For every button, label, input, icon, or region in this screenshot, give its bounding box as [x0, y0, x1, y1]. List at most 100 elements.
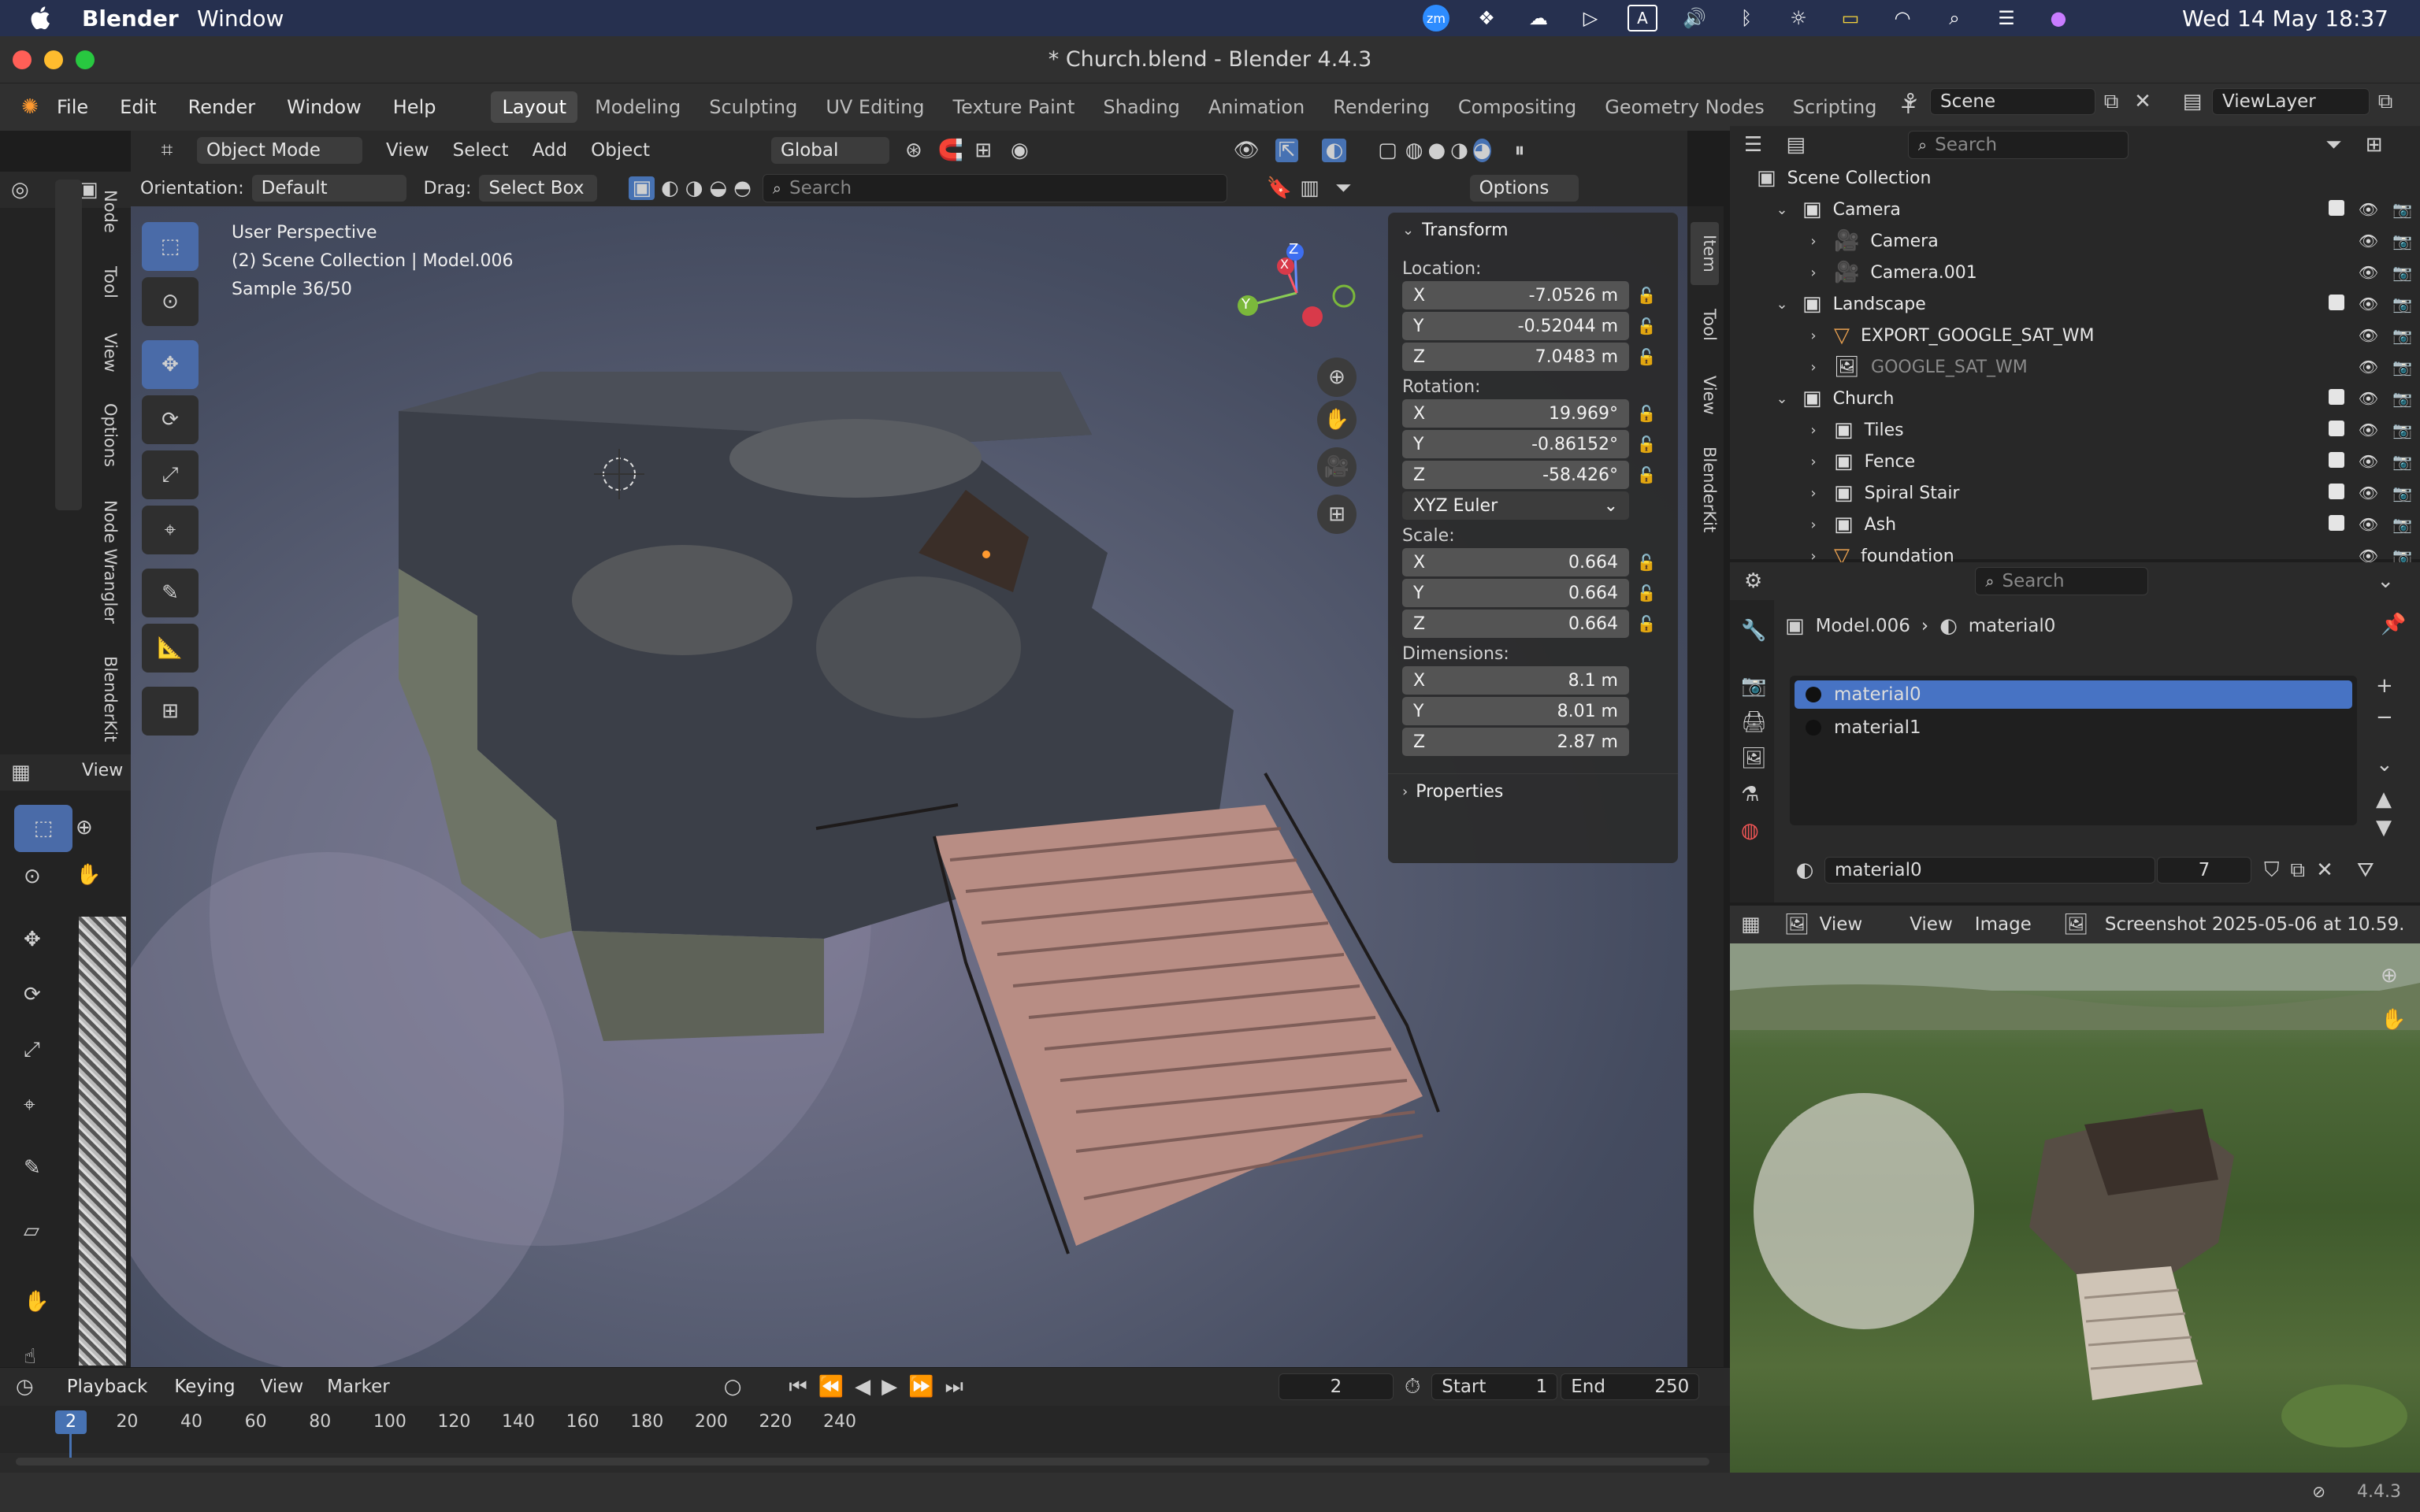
new-scene-icon[interactable]: ⧉ [2095, 90, 2127, 114]
rotation-x-field[interactable]: X 19.969° [1402, 399, 1629, 428]
tab-left-view[interactable]: View [91, 321, 120, 384]
snap-target-icon[interactable]: ⊞ [974, 139, 992, 162]
image-name[interactable]: Screenshot 2025-05-06 at 10.59. [2105, 914, 2405, 935]
timeline-area[interactable]: 20 40 60 80 100 120 140 160 180 200 220 240 2 [0, 1406, 1730, 1466]
outliner-row[interactable]: › ▣ Spiral Stair 👁 📷 [1730, 477, 2420, 509]
new-collection-icon[interactable]: ⊞ [2366, 133, 2383, 157]
scale-z-field[interactable]: Z 0.664 [1402, 610, 1629, 638]
brightness-icon[interactable]: ☼ [1783, 5, 1813, 32]
tab-geometry-nodes[interactable]: Geometry Nodes [1594, 91, 1775, 123]
tab-scripting[interactable]: Scripting [1782, 91, 1888, 123]
material-slot-selected[interactable]: material0 [1795, 680, 2352, 709]
transform-panel-header[interactable]: ⌄ Transform [1388, 213, 1678, 248]
annotate-tool[interactable]: ✎ [142, 569, 199, 617]
image-view-mode[interactable]: View [1820, 914, 1863, 935]
left-zoom-icon[interactable]: ⊕ [76, 816, 93, 839]
rotation-mode-dropdown[interactable]: XYZ Euler ⌄ [1402, 491, 1629, 520]
select-mode-icon[interactable]: ▣ [629, 176, 655, 200]
menu-edit[interactable]: Edit [120, 96, 156, 118]
battery-icon[interactable]: ▭ [1835, 5, 1865, 32]
scene-name-field[interactable]: Scene [1930, 88, 2095, 115]
eye-icon[interactable]: 👁 [2359, 232, 2378, 250]
tab-options[interactable]: Options [91, 392, 120, 479]
render-visibility-icon[interactable]: 📷 [2392, 263, 2412, 282]
menu-file[interactable]: File [57, 96, 88, 118]
outliner-row[interactable]: › ▽ EXPORT_GOOGLE_SAT_WM 👁 📷 [1730, 320, 2420, 351]
timeline-scrollbar[interactable] [16, 1458, 1709, 1466]
exclude-checkbox[interactable] [2328, 421, 2344, 436]
dimensions-z-field[interactable]: Z 2.87 m [1402, 728, 1629, 756]
chevron-down-icon[interactable]: ⌄ [1772, 391, 1791, 407]
transform-orientation-dropdown[interactable]: Global [771, 137, 890, 164]
play-icon[interactable]: ▷ [1576, 5, 1605, 32]
tab-tool[interactable]: Tool [1691, 293, 1719, 356]
play-icon[interactable]: ▶ [882, 1375, 897, 1399]
scale-y-field[interactable]: Y 0.664 [1402, 579, 1629, 607]
select-subtract-icon[interactable]: ◑ [685, 176, 703, 200]
chevron-right-icon[interactable]: › [1804, 233, 1823, 250]
outliner-row[interactable]: ⌄ ▣ Landscape 👁 📷 [1730, 288, 2420, 320]
output-tab-icon[interactable]: 🖨 [1741, 710, 1767, 734]
reference-photo[interactable] [1730, 943, 2420, 1473]
left-rotate-tool[interactable]: ⟳ [24, 983, 41, 1006]
render-visibility-icon[interactable]: 📷 [2392, 295, 2412, 313]
eye-icon[interactable]: 👁 [2359, 200, 2378, 219]
outliner-root[interactable]: ▣ Scene Collection [1730, 162, 2420, 194]
transform-tool[interactable]: ⌖ [142, 506, 199, 554]
mode-dropdown[interactable]: Object Mode [197, 137, 362, 164]
add-cube-tool[interactable]: ⊞ [142, 687, 199, 736]
world-tab-icon[interactable]: ◍ [1741, 819, 1759, 843]
exclude-checkbox[interactable] [2328, 295, 2344, 310]
outliner-row[interactable]: ⌄ ▣ Church 👁 📷 [1730, 383, 2420, 414]
select-box-tool[interactable]: ⬚ [142, 222, 199, 271]
chevron-right-icon[interactable]: › [1804, 328, 1823, 344]
input-source-icon[interactable]: A [1628, 5, 1657, 32]
zoom-icon[interactable]: zm [1423, 5, 1449, 32]
eye-icon[interactable]: 👁 [2359, 484, 2378, 502]
visibility-icon[interactable]: 👁 [1234, 139, 1260, 162]
unlink-material-icon[interactable]: ✕ [2316, 858, 2333, 882]
fake-user-icon[interactable]: ⛉ [2264, 858, 2280, 883]
lock-icon[interactable]: 🔓 [1629, 584, 1664, 602]
render-visibility-icon[interactable]: 📷 [2392, 389, 2412, 408]
editor-type-icon[interactable]: ◎ [11, 178, 29, 202]
render-visibility-icon[interactable]: 📷 [2392, 421, 2412, 439]
view-layer-tab-icon[interactable]: 🖼 [1741, 747, 1767, 770]
lock-icon[interactable]: 🔓 [1629, 465, 1664, 484]
pivot-icon[interactable]: ⊛ [905, 139, 922, 162]
measure-tool[interactable]: 📐 [142, 624, 199, 673]
render-visibility-icon[interactable]: 📷 [2392, 484, 2412, 502]
left-transform-tool[interactable]: ⌖ [24, 1093, 35, 1117]
navigation-gizmo[interactable]: Z Y X [1226, 230, 1368, 348]
rotation-z-field[interactable]: Z -58.426° [1402, 461, 1629, 489]
jump-end-icon[interactable]: ⏭ [945, 1375, 963, 1399]
left-view-menu[interactable]: View [82, 761, 123, 780]
outliner-row[interactable]: › ▣ Tiles 👁 📷 [1730, 414, 2420, 446]
select-extend-icon[interactable]: ◐ [661, 176, 679, 200]
image-menu-image[interactable]: Image [1975, 914, 2032, 935]
timeline-editor-type-icon[interactable]: ◷ [16, 1375, 34, 1399]
spotlight-icon[interactable]: ⌕ [1939, 5, 1969, 32]
remove-slot-icon[interactable]: − [2376, 706, 2393, 729]
menu-help[interactable]: Help [393, 96, 436, 118]
material-browse-icon[interactable]: ◐ [1785, 858, 1824, 882]
render-visibility-icon[interactable]: 📷 [2392, 515, 2412, 534]
menubar-clock[interactable]: Wed 14 May 18:37 [2182, 6, 2388, 32]
left-scrollbar[interactable] [55, 180, 82, 510]
image-browse-icon[interactable]: 🖼 [2063, 913, 2089, 936]
snap-icon[interactable]: 🧲 [938, 139, 963, 162]
viewport-editor-type-icon[interactable]: ⌗ [145, 139, 189, 163]
tab-texture-paint[interactable]: Texture Paint [942, 91, 1086, 123]
bookmark-icon[interactable]: 🔖 [1267, 176, 1292, 200]
outliner-row[interactable]: › 🎥 Camera 👁 📷 [1730, 225, 2420, 257]
current-frame-field[interactable]: 2 [1278, 1373, 1394, 1400]
image-mode-icon[interactable]: 🖼 [1784, 913, 1810, 936]
exclude-checkbox[interactable] [2328, 452, 2344, 468]
outliner-row[interactable]: › 🎥 Camera.001 👁 📷 [1730, 257, 2420, 288]
timeline-view-menu[interactable]: View [261, 1377, 304, 1397]
properties-search-field[interactable]: ⌕ Search [1975, 567, 2149, 595]
keying-menu[interactable]: Keying [165, 1373, 244, 1400]
tab-sculpting[interactable]: Sculpting [698, 91, 808, 123]
scale-tool[interactable]: ⤢ [142, 450, 199, 499]
location-x-field[interactable]: X -7.0526 m [1402, 281, 1629, 309]
